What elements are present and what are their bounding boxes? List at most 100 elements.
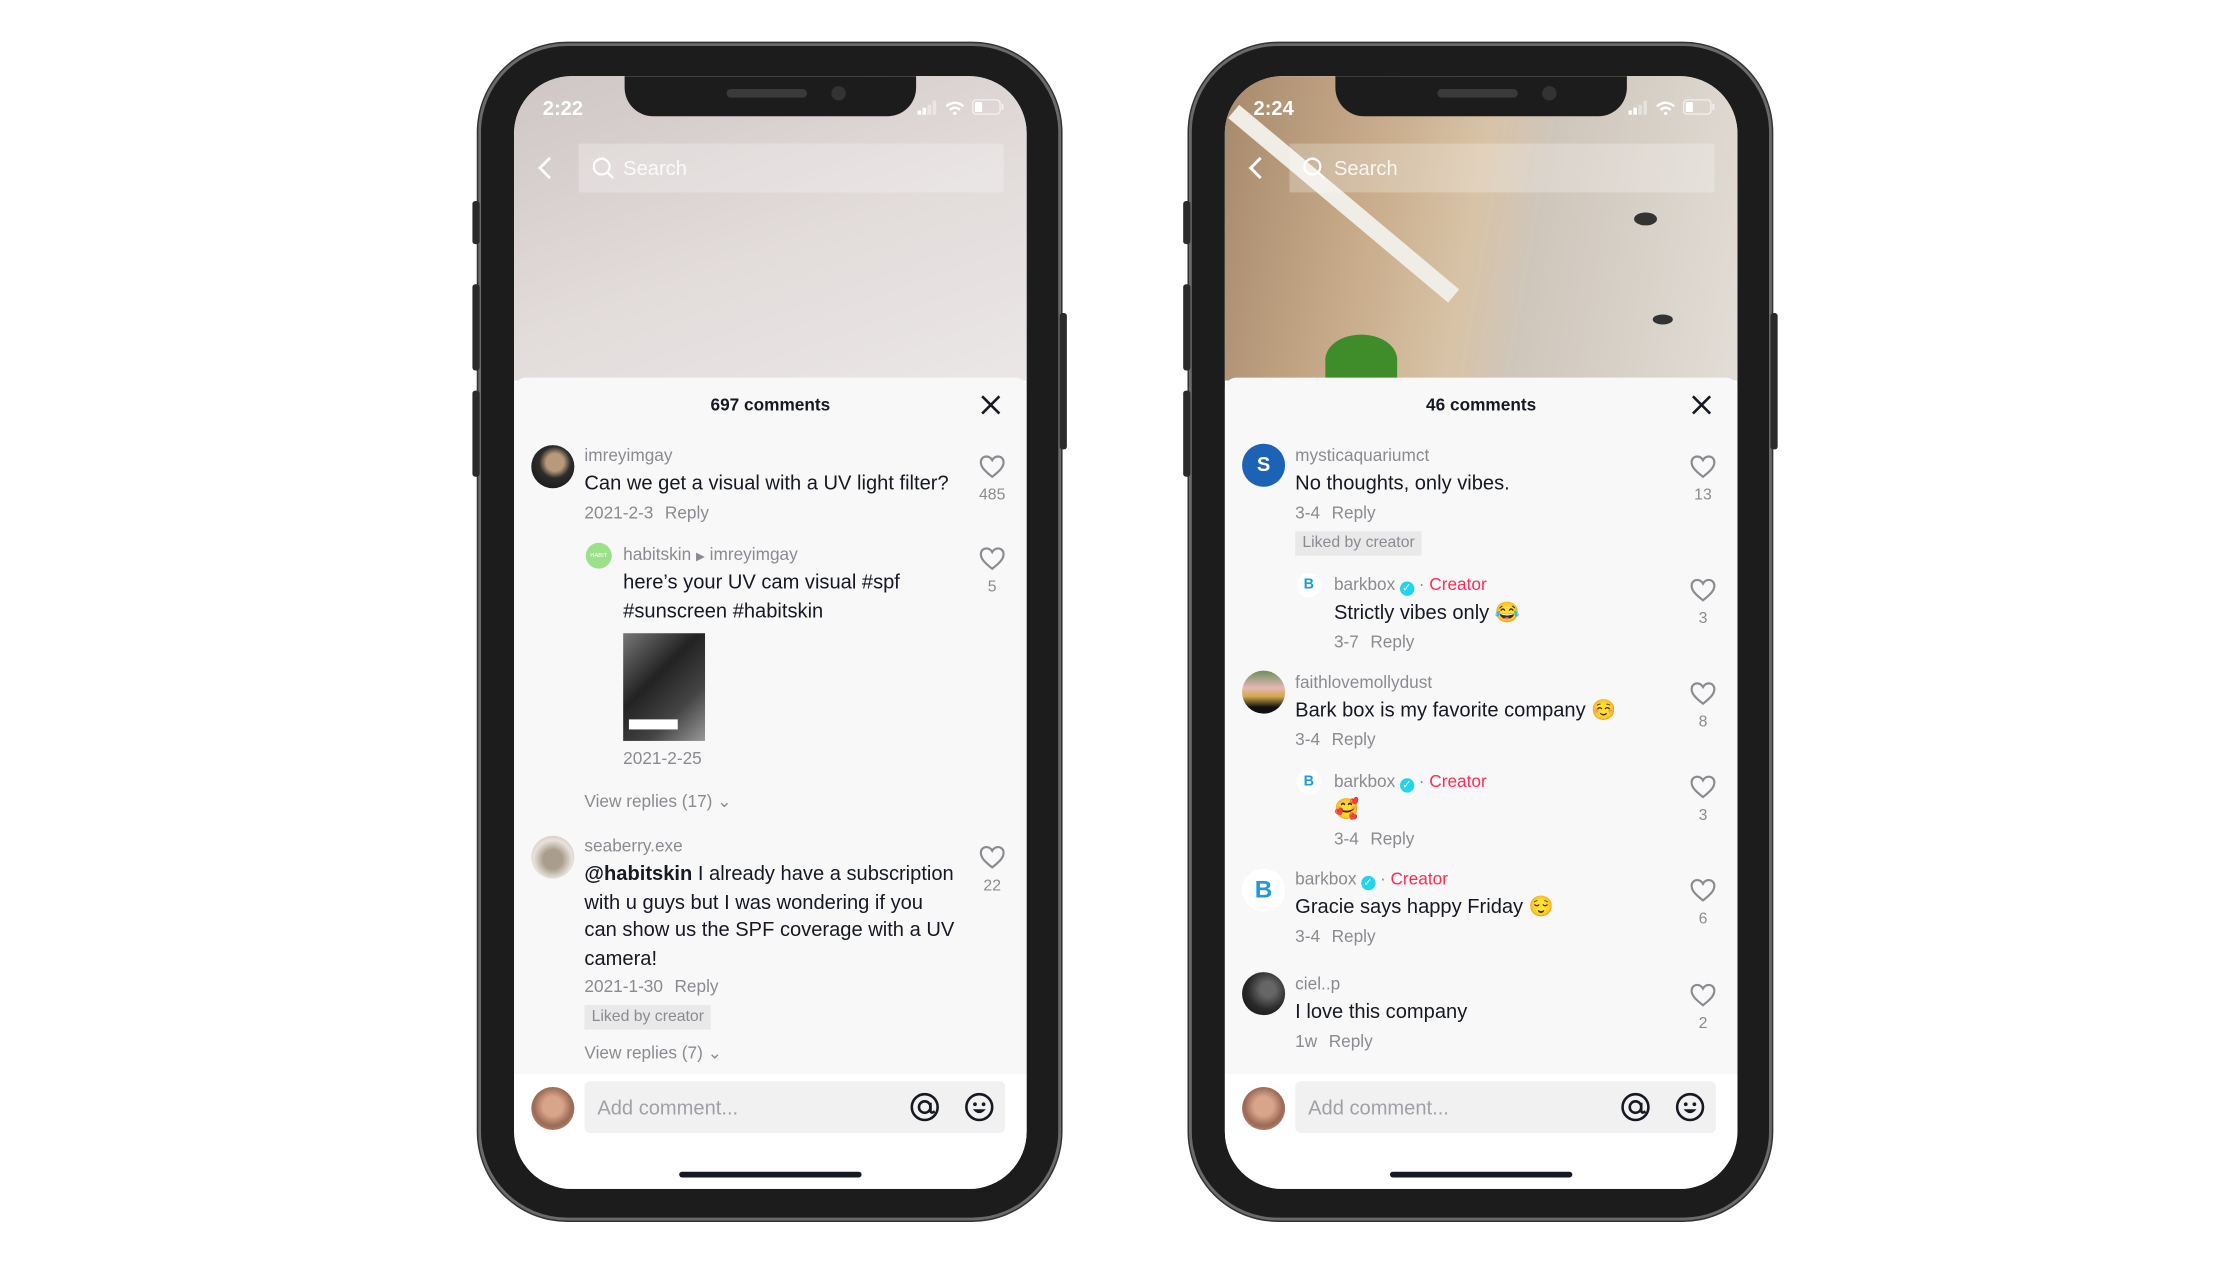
chevron-down-icon: ⌄ [707, 1042, 723, 1063]
power-button [1059, 313, 1067, 450]
comment: ciel..p I love this company 1w Reply [1295, 969, 1668, 1056]
back-arrow-icon[interactable] [534, 155, 557, 181]
video-background[interactable] [514, 76, 1027, 381]
video-background[interactable] [1224, 76, 1738, 385]
mention-at-icon[interactable] [909, 1091, 941, 1123]
add-comment-placeholder: Add comment... [597, 1095, 739, 1119]
comment-date: 3-7 [1333, 631, 1359, 652]
comment-username[interactable]: barkbox [1334, 771, 1395, 791]
avatar[interactable] [1242, 972, 1286, 1016]
comment-username[interactable]: mysticaquariumct [1295, 441, 1668, 470]
emoji-icon[interactable] [963, 1091, 995, 1123]
like-button[interactable]: 5 [971, 544, 1014, 596]
liked-by-creator-badge: Liked by creator [584, 1005, 712, 1030]
comment-text: Gracie says happy Friday 😌 [1295, 894, 1554, 918]
reply-button[interactable]: Reply [1332, 502, 1376, 522]
reply-button[interactable]: Reply [1332, 729, 1376, 749]
close-icon[interactable] [1690, 393, 1713, 416]
battery-icon [1682, 99, 1715, 115]
reply-button[interactable]: Reply [1370, 631, 1414, 651]
heart-icon [978, 452, 1007, 481]
search-bar[interactable]: Search [1289, 143, 1715, 193]
status-time: 2:24 [1253, 96, 1294, 120]
comment-username[interactable]: barkbox [1334, 574, 1395, 594]
like-count: 485 [979, 486, 1006, 505]
emoji-icon[interactable] [1674, 1091, 1706, 1123]
reply-to-username[interactable]: imreyimgay [710, 544, 798, 564]
like-button[interactable]: 485 [971, 452, 1014, 504]
comment-username[interactable]: imreyimgay [584, 441, 957, 470]
like-count: 3 [1698, 610, 1708, 628]
search-icon [592, 157, 614, 179]
user-avatar [531, 1086, 575, 1131]
like-count: 13 [1694, 486, 1712, 505]
video-reply-thumbnail[interactable] [623, 633, 706, 741]
reply-button[interactable]: Reply [674, 976, 718, 996]
heart-icon [1689, 981, 1718, 1010]
avatar[interactable] [1242, 670, 1286, 714]
add-comment-input[interactable]: Add comment... [584, 1081, 1006, 1133]
avatar[interactable] [531, 445, 575, 489]
phone-right: 2:24 Search 46 comments S mysticaquarium… [1183, 43, 1778, 1221]
comment-username[interactable]: habitskin [623, 544, 691, 564]
reply-button[interactable]: Reply [665, 502, 709, 522]
comment-input-bar: Add comment... [1224, 1074, 1738, 1189]
notch [1335, 76, 1627, 117]
wifi-icon [945, 100, 965, 115]
search-bar[interactable]: Search [578, 143, 1004, 193]
creator-label: Creator [1390, 868, 1448, 889]
avatar-barkbox[interactable]: B [1296, 572, 1322, 598]
comment-text: 🥰 [1333, 796, 1359, 820]
avatar-barkbox[interactable]: B [1296, 769, 1322, 795]
comment-text: Bark box is my favorite company ☺️ [1295, 697, 1617, 721]
back-arrow-icon[interactable] [1245, 155, 1268, 181]
like-button[interactable]: 22 [971, 843, 1014, 895]
comment-text: I love this company [1295, 999, 1468, 1023]
like-count: 3 [1698, 806, 1708, 825]
avatar-mysticaquarium[interactable]: S [1242, 443, 1286, 487]
signal-icon [917, 99, 937, 115]
like-count: 22 [983, 877, 1002, 895]
like-count: 8 [1698, 713, 1708, 731]
comment-date: 2021-1-30 [584, 976, 663, 997]
like-button[interactable]: 6 [1681, 876, 1724, 928]
like-button[interactable]: 13 [1681, 452, 1724, 504]
reply-button[interactable]: Reply [1329, 1030, 1373, 1050]
phone-left: 2:22 Search 697 comments imreyimgay Can … [472, 43, 1067, 1221]
mention-at-icon[interactable] [1620, 1091, 1652, 1123]
comment-username[interactable]: barkbox [1295, 869, 1356, 889]
like-count: 6 [1698, 910, 1708, 928]
avatar-habitskin[interactable]: HABIT [585, 542, 612, 569]
add-comment-input[interactable]: Add comment... [1295, 1081, 1716, 1133]
view-replies-button[interactable]: View replies (7) ⌄ [584, 1042, 722, 1062]
like-button[interactable]: 3 [1681, 773, 1724, 825]
verified-badge-icon: ✓ [1399, 581, 1414, 596]
avatar[interactable] [531, 835, 575, 879]
volume-up-button [1183, 284, 1191, 371]
volume-down-button [472, 390, 480, 477]
status-icons [917, 99, 1004, 115]
avatar-barkbox[interactable]: B [1242, 868, 1286, 912]
liked-by-creator-badge: Liked by creator [1295, 530, 1422, 555]
volume-up-button [472, 284, 480, 371]
comment-username[interactable]: faithlovemollydust [1295, 668, 1668, 697]
mute-switch [472, 201, 480, 245]
heart-icon [978, 544, 1007, 573]
comment-date: 2021-2-3 [584, 501, 654, 522]
comments-count: 697 comments [710, 394, 831, 415]
like-button[interactable]: 3 [1681, 576, 1724, 628]
reply-button[interactable]: Reply [1370, 828, 1414, 848]
comment-text: No thoughts, only vibes. [1295, 470, 1510, 494]
comment-username[interactable]: seaberry.exe [584, 831, 957, 860]
comment-text: Can we get a visual with a UV light filt… [584, 470, 949, 494]
close-icon[interactable] [979, 393, 1002, 416]
view-replies-button[interactable]: View replies (17) ⌄ [584, 791, 731, 811]
mention-link[interactable]: @habitskin [584, 862, 692, 885]
verified-badge-icon: ✓ [1360, 875, 1376, 891]
comment-username[interactable]: ciel..p [1295, 969, 1668, 998]
like-button[interactable]: 8 [1681, 679, 1724, 731]
screen: 2:22 Search 697 comments imreyimgay Can … [514, 76, 1027, 1189]
like-count: 2 [1698, 1015, 1708, 1033]
like-button[interactable]: 2 [1681, 981, 1724, 1033]
reply-button[interactable]: Reply [1332, 925, 1376, 945]
